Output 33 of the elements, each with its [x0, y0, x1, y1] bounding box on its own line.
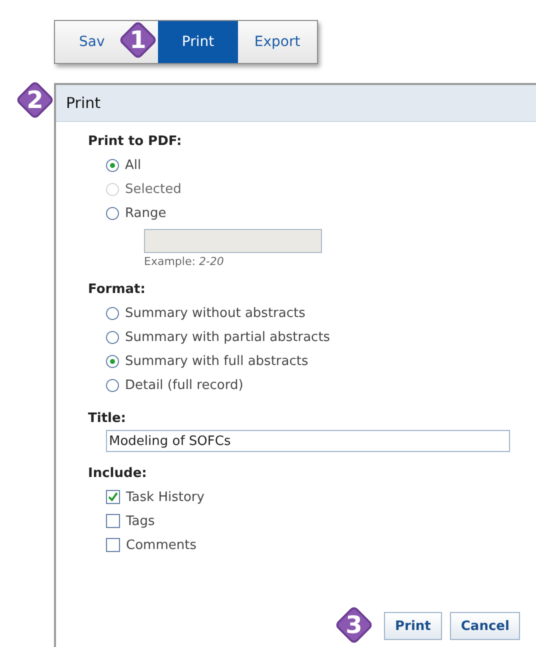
radio-button[interactable]: [106, 354, 119, 368]
toolbar-tab[interactable]: Print: [158, 21, 238, 63]
option-label: Range: [125, 206, 166, 220]
toolbar-tab[interactable]: Export: [238, 21, 317, 63]
title-field[interactable]: Modeling of SOFCs: [106, 430, 510, 452]
option-label: Summary with full abstracts: [125, 354, 308, 368]
radio-button[interactable]: [106, 378, 119, 392]
section-label: Format:: [88, 282, 146, 297]
option-label: Tags: [126, 514, 155, 528]
checkbox[interactable]: [106, 514, 120, 528]
callout-badge: 1: [119, 21, 157, 59]
panel-title: Print: [66, 94, 101, 112]
radio-button[interactable]: [106, 206, 119, 220]
print-button[interactable]: Print: [384, 612, 442, 640]
option-label: Task History: [126, 490, 204, 504]
checkbox[interactable]: [106, 538, 120, 552]
radio-button[interactable]: [106, 158, 119, 172]
option-label: Comments: [126, 538, 196, 552]
option-label: Selected: [125, 182, 182, 196]
checkbox[interactable]: [106, 490, 120, 504]
radio-button[interactable]: [106, 330, 119, 344]
callout-badge: 3: [335, 606, 373, 644]
cancel-button[interactable]: Cancel: [450, 612, 520, 640]
section-label: Print to PDF:: [88, 134, 183, 149]
radio-button[interactable]: [106, 306, 119, 320]
option-label: Detail (full record): [125, 378, 244, 392]
section-label: Title:: [88, 411, 128, 426]
option-label: Summary with partial abstracts: [125, 330, 330, 344]
section-label: Include:: [88, 466, 148, 481]
option-label: All: [125, 158, 142, 172]
option-label: Summary without abstracts: [125, 306, 306, 320]
example-hint: Example: 2-20: [144, 255, 225, 268]
callout-badge: 2: [16, 81, 54, 119]
